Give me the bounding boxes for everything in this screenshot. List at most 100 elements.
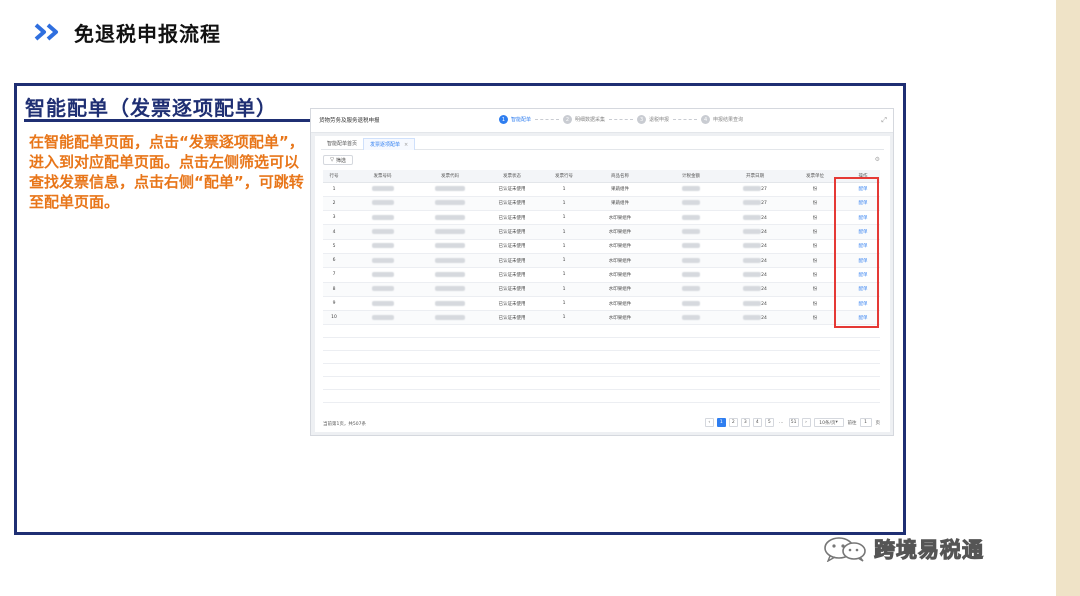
invoice-line: 1 bbox=[544, 210, 584, 226]
prev-page-button[interactable]: ‹ bbox=[704, 418, 714, 427]
product-name-text: 水印果组件 bbox=[608, 215, 632, 221]
total-count: 当前第1页，共507条 bbox=[323, 422, 366, 427]
goto-page-input[interactable]: 1 bbox=[859, 418, 872, 427]
pagination: ‹ 1 2 3 4 5 … 51 › 10条/页 ▾ 前往 1 页 bbox=[702, 418, 880, 427]
product-name: 果蔬组件 bbox=[584, 182, 656, 197]
redacted-value bbox=[371, 300, 394, 306]
column-header[interactable]: 开票日期 bbox=[726, 170, 784, 183]
step-connector bbox=[673, 119, 698, 120]
redacted-value bbox=[435, 300, 465, 306]
invoice-number bbox=[345, 239, 420, 254]
row-number: 5 bbox=[323, 239, 345, 254]
invoice-unit-text: 份 bbox=[812, 315, 818, 321]
row-number: 7 bbox=[323, 267, 345, 283]
product-name: 水印果组件 bbox=[584, 224, 656, 240]
taxable-amount bbox=[656, 182, 726, 197]
redacted-value bbox=[371, 286, 394, 292]
page-ellipsis: … bbox=[779, 420, 784, 425]
column-header[interactable]: 发票状态 bbox=[480, 170, 544, 183]
column-header[interactable]: 发票号码 bbox=[345, 170, 420, 183]
product-name-text: 水印果组件 bbox=[608, 315, 632, 321]
empty-row bbox=[323, 350, 880, 365]
next-page-button[interactable]: › bbox=[801, 418, 811, 427]
page-button[interactable]: 1 bbox=[716, 418, 726, 427]
row-number: 3 bbox=[323, 210, 345, 226]
page-size-select[interactable]: 10条/页 ▾ bbox=[813, 418, 844, 427]
watermark: 跨境易税通 bbox=[822, 534, 984, 564]
page-button[interactable]: 4 bbox=[752, 418, 762, 427]
expand-icon[interactable]: ⤢ bbox=[881, 116, 887, 125]
invoice-line-text: 1 bbox=[562, 215, 566, 221]
invoice-status: 已认证未使用 bbox=[480, 267, 544, 283]
invoice-code bbox=[420, 196, 480, 212]
step-1[interactable]: 1 智能配单 bbox=[499, 115, 531, 124]
redacted-value bbox=[371, 257, 394, 263]
redacted-value bbox=[743, 200, 762, 206]
wechat-logo-icon bbox=[824, 537, 866, 562]
row-number-text: 8 bbox=[332, 286, 336, 292]
invoice-status-text: 已认证未使用 bbox=[498, 215, 526, 221]
filter-button[interactable]: ▽ 筛选 bbox=[323, 155, 353, 165]
row-number: 9 bbox=[323, 296, 345, 312]
content-frame: 智能配单（发票逐项配单） 在智能配单页面，点击“发票逐项配单”，进入到对应配单页… bbox=[14, 83, 906, 535]
invoice-status: 已认证未使用 bbox=[480, 282, 544, 297]
date-suffix: 24 bbox=[761, 230, 767, 236]
tab-smart-match-home[interactable]: 智能配单首页 bbox=[321, 138, 363, 150]
column-header[interactable]: 行号 bbox=[323, 170, 345, 183]
redacted-value bbox=[682, 286, 700, 292]
taxable-amount bbox=[656, 253, 726, 269]
product-name-text: 水印果组件 bbox=[608, 301, 632, 307]
redacted-value bbox=[435, 214, 465, 220]
invoice-status: 已认证未使用 bbox=[480, 253, 544, 269]
invoice-date: 24 bbox=[726, 310, 784, 326]
invoice-unit-text: 份 bbox=[812, 230, 818, 236]
redacted-value bbox=[743, 229, 762, 235]
column-settings-icon[interactable]: ⚙ bbox=[875, 156, 880, 163]
column-header[interactable]: 商品名称 bbox=[584, 170, 656, 183]
invoice-line: 1 bbox=[544, 253, 584, 269]
redacted-value bbox=[371, 229, 394, 235]
invoice-code bbox=[420, 253, 480, 269]
page-button[interactable]: 51 bbox=[788, 418, 799, 427]
empty-row bbox=[323, 376, 880, 391]
app-title: 货物劳务及服务退税申报 bbox=[319, 118, 380, 124]
tab-invoice-item-match[interactable]: 发票逐项配单 × bbox=[363, 138, 416, 150]
redacted-value bbox=[435, 186, 465, 192]
redacted-value bbox=[743, 300, 762, 306]
page-button[interactable]: 2 bbox=[728, 418, 738, 427]
product-name: 水印果组件 bbox=[584, 267, 656, 283]
product-name: 果蔬组件 bbox=[584, 196, 656, 212]
date-suffix: 24 bbox=[761, 244, 767, 250]
close-icon[interactable]: × bbox=[404, 142, 408, 148]
invoice-status: 已认证未使用 bbox=[480, 310, 544, 326]
step-2[interactable]: 2 明细数据采集 bbox=[563, 115, 605, 124]
step-connector bbox=[609, 119, 634, 120]
row-number-text: 3 bbox=[332, 215, 336, 221]
product-name: 水印果组件 bbox=[584, 239, 656, 254]
invoice-date: 27 bbox=[726, 182, 784, 197]
redacted-value bbox=[371, 314, 394, 320]
invoice-line-text: 1 bbox=[562, 229, 566, 235]
step-4[interactable]: 4 申报结果查询 bbox=[701, 115, 743, 124]
column-header[interactable]: 发票代码 bbox=[420, 170, 480, 183]
product-name: 水印果组件 bbox=[584, 310, 656, 326]
invoice-status: 已认证未使用 bbox=[480, 239, 544, 254]
invoice-status: 已认证未使用 bbox=[480, 210, 544, 226]
invoice-line-text: 1 bbox=[562, 315, 566, 321]
taxable-amount bbox=[656, 282, 726, 297]
column-header[interactable]: 计税金额 bbox=[656, 170, 726, 183]
redacted-value bbox=[682, 300, 700, 306]
table-row: 8 已认证未使用 1 水印果组件 24 份配单 bbox=[323, 282, 880, 297]
page-button[interactable]: 3 bbox=[740, 418, 750, 427]
step-3[interactable]: 3 退税申报 bbox=[637, 115, 669, 124]
column-header[interactable]: 发票行号 bbox=[544, 170, 584, 183]
invoice-date: 27 bbox=[726, 196, 784, 212]
table-row: 3 已认证未使用 1 水印果组件 24 份配单 bbox=[323, 210, 880, 226]
invoice-date: 24 bbox=[726, 239, 784, 254]
filter-icon: ▽ bbox=[330, 157, 334, 163]
action-column-highlight bbox=[834, 177, 879, 328]
row-number-text: 5 bbox=[332, 243, 336, 249]
product-name: 水印果组件 bbox=[584, 210, 656, 226]
page-button[interactable]: 5 bbox=[764, 418, 774, 427]
invoice-status: 已认证未使用 bbox=[480, 224, 544, 240]
